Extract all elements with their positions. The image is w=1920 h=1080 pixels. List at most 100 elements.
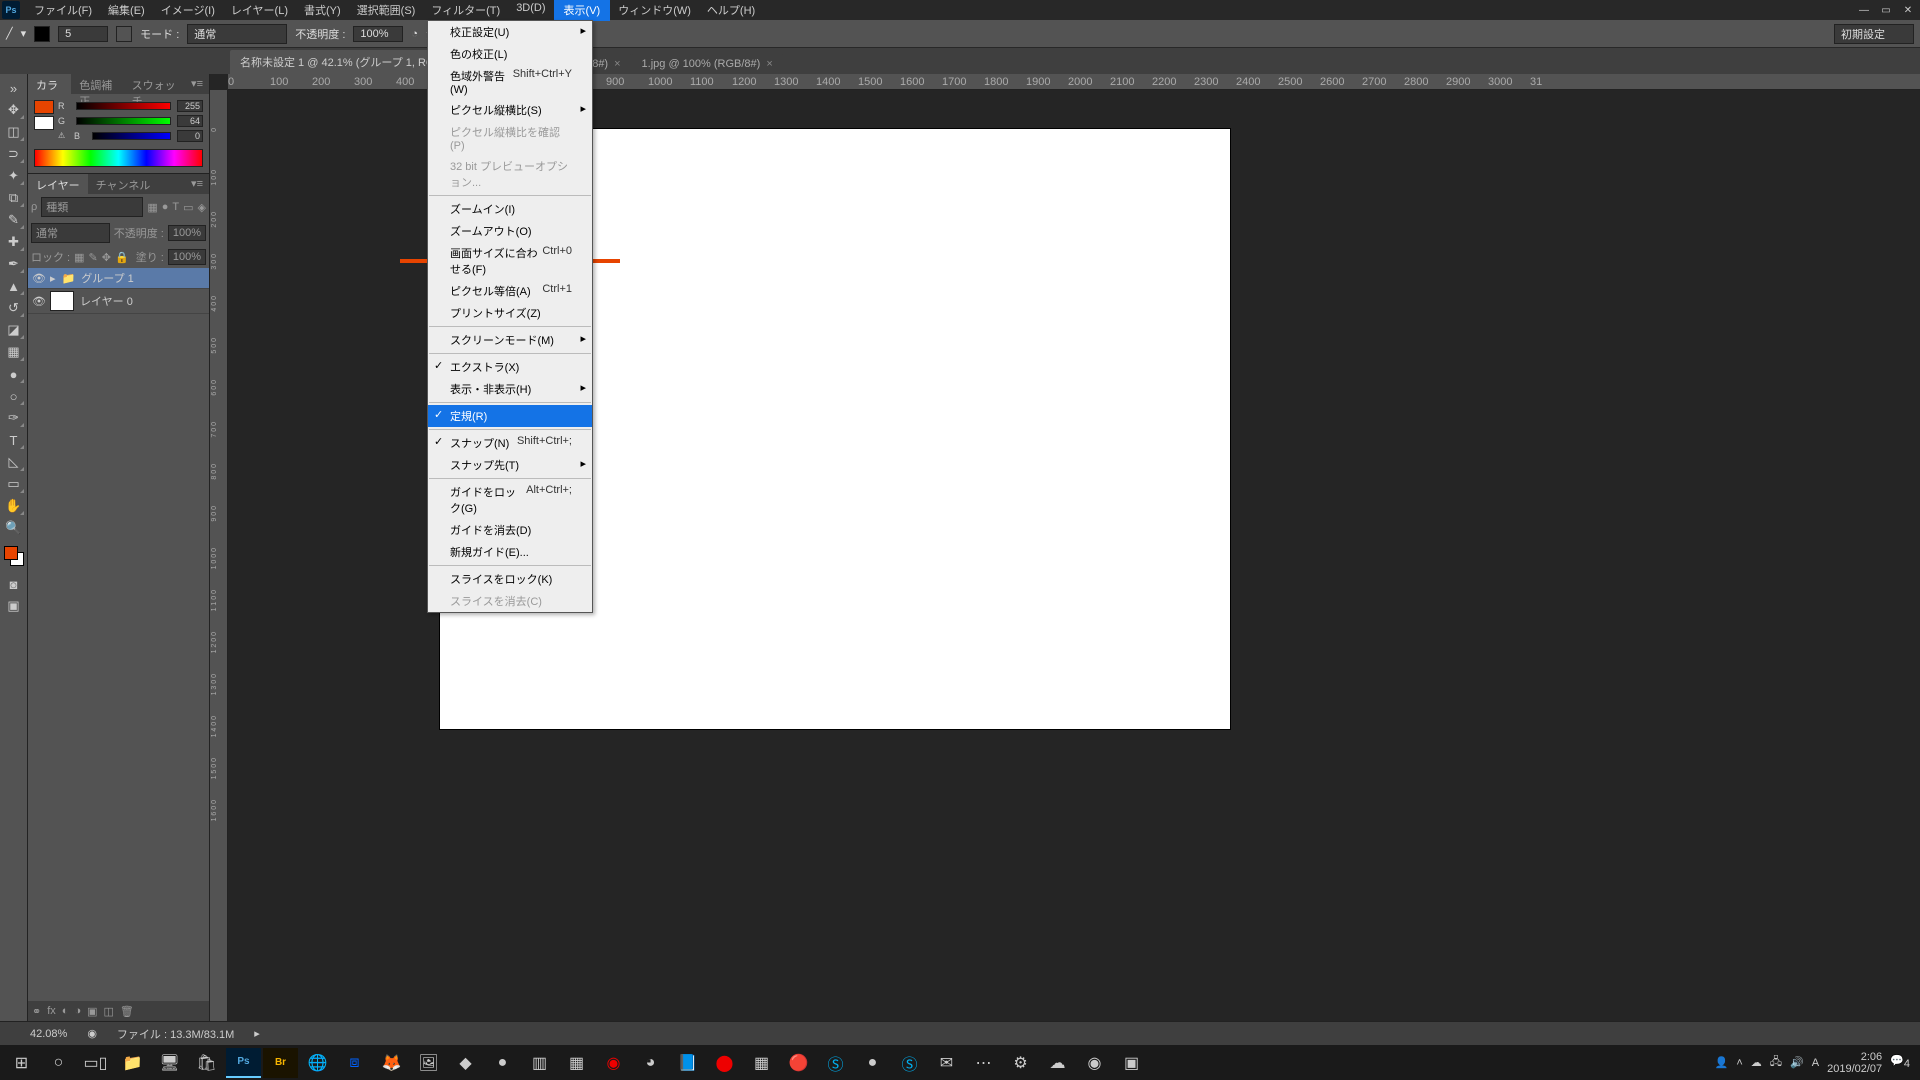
tab-color[interactable]: カラー [28,74,71,94]
notification-icon[interactable]: 💬4 [1890,1054,1910,1070]
quick-mask[interactable]: ◙ [3,574,25,594]
start-button[interactable]: ⊞ [4,1048,39,1078]
app-icon[interactable]: ● [855,1048,890,1078]
move-tool[interactable]: ✥ [3,100,25,120]
blend-mode-select[interactable]: 通常 [187,24,287,44]
app-icon[interactable]: ▦ [744,1048,779,1078]
menu-item[interactable]: 校正設定(U)▸ [428,21,592,43]
tab-channels[interactable]: チャンネル [88,174,159,194]
mask-icon[interactable]: ◐ [62,1005,69,1017]
opacity-value[interactable]: 100% [168,225,206,241]
vertical-ruler[interactable]: 01 0 02 0 03 0 04 0 05 0 06 0 07 0 08 0 … [210,90,228,1021]
layer-thumb[interactable] [50,291,74,311]
fg-swatch[interactable] [34,100,54,114]
expand-icon[interactable]: ▸ [50,272,56,285]
folder-icon[interactable]: ▣ [87,1005,97,1018]
skype-icon[interactable]: Ⓢ [818,1048,853,1078]
zoom-tool[interactable]: 🔍 [3,518,25,538]
menu-item[interactable]: ピクセル縦横比(S)▸ [428,99,592,121]
menu-ファイル(F)[interactable]: ファイル(F) [26,0,100,21]
path-tool[interactable]: ◺ [3,452,25,472]
app-icon[interactable]: ☁ [1040,1048,1075,1078]
brush-tool[interactable]: ✒ [3,254,25,274]
menu-item[interactable]: 色の校正(L) [428,43,592,65]
adjust-icon[interactable]: ◑ [74,1005,81,1017]
cortana-button[interactable]: ○ [41,1048,76,1078]
gradient-tool[interactable]: ▦ [3,342,25,362]
app-icon[interactable]: ● [485,1048,520,1078]
visibility-icon[interactable]: 👁 [32,272,44,285]
volume-icon[interactable]: 🔊 [1790,1056,1804,1069]
panel-menu-icon[interactable]: ▾≡ [185,74,209,94]
app-icon[interactable]: ▥ [522,1048,557,1078]
stamp-tool[interactable]: ▲ [3,276,25,296]
lock-image-icon[interactable]: ✎ [89,251,98,264]
history-brush-tool[interactable]: ↺ [3,298,25,318]
tab-adjustments[interactable]: 色調補正 [71,74,123,94]
crop-tool[interactable]: ⧉ [3,188,25,208]
menu-選択範囲(S)[interactable]: 選択範囲(S) [349,0,424,21]
menu-レイヤー(L)[interactable]: レイヤー(L) [223,0,296,21]
layer-name[interactable]: グループ 1 [81,270,134,286]
network-icon[interactable]: 🖧 [1770,1053,1782,1072]
lock-trans-icon[interactable]: ▦ [74,251,84,264]
visibility-icon[interactable]: 👁 [32,295,44,308]
r-value[interactable]: 255 [177,100,203,112]
menu-item[interactable]: プリントサイズ(Z) [428,302,592,324]
mail-icon[interactable]: ✉ [929,1048,964,1078]
gamut-warn-icon[interactable]: ⚠ [58,131,68,141]
r-slider[interactable] [76,102,171,110]
magic-wand-tool[interactable]: ✦ [3,166,25,186]
app-icon[interactable]: 🖥 [152,1048,187,1078]
app-icon[interactable]: ◉ [1077,1048,1112,1078]
tool-preset-dropdown[interactable]: ▾ [21,27,27,40]
brush-preview[interactable] [34,26,50,42]
zoom-level[interactable]: 42.08% [30,1028,67,1040]
lasso-tool[interactable]: ⊃ [3,144,25,164]
menu-item[interactable]: スライスをロック(K) [428,568,592,590]
filter-pixel-icon[interactable]: ▦ [147,201,157,214]
menu-表示(V)[interactable]: 表示(V) [554,0,611,21]
g-value[interactable]: 64 [177,115,203,127]
edge-icon[interactable]: 🌐 [300,1048,335,1078]
menu-フィルター(T)[interactable]: フィルター(T) [423,0,508,21]
eyedropper-tool[interactable]: ✎ [3,210,25,230]
menu-item[interactable]: ガイドをロック(G)Alt+Ctrl+; [428,481,592,519]
healing-tool[interactable]: ✚ [3,232,25,252]
app-icon[interactable]: ▣ [1114,1048,1149,1078]
filter-adjust-icon[interactable]: ● [162,201,169,213]
document-tab[interactable]: 1.jpg @ 100% (RGB/8#)× [632,54,783,74]
app-icon[interactable]: ◉ [596,1048,631,1078]
lock-all-icon[interactable]: 🔒 [115,251,129,264]
color-swatches[interactable] [4,546,24,566]
bg-swatch[interactable] [34,116,54,130]
photos-icon[interactable]: 🖼 [411,1048,446,1078]
onedrive-icon[interactable]: ☁ [1751,1056,1762,1069]
close-tab-icon[interactable]: × [766,58,772,70]
menu-item[interactable]: ✓エクストラ(X) [428,356,592,378]
app-icon[interactable]: 📘 [670,1048,705,1078]
fx-icon[interactable]: fx [47,1005,56,1017]
color-ramp[interactable] [34,149,203,167]
hand-tool[interactable]: ✋ [3,496,25,516]
new-layer-icon[interactable]: ◫ [104,1005,114,1018]
fill-value[interactable]: 100% [168,249,206,265]
dodge-tool[interactable]: ○ [3,386,25,406]
filter-shape-icon[interactable]: ▭ [183,201,193,214]
doc-info-arrow[interactable]: ▸ [254,1027,260,1040]
menu-item[interactable]: スナップ先(T)▸ [428,454,592,476]
app-icon[interactable]: 🔴 [781,1048,816,1078]
close-tab-icon[interactable]: × [614,58,620,70]
g-slider[interactable] [76,117,171,125]
menu-item[interactable]: 色域外警告(W)Shift+Ctrl+Y [428,65,592,99]
trash-icon[interactable]: 🗑 [120,1005,134,1018]
menu-編集(E)[interactable]: 編集(E) [100,0,153,21]
opacity-value[interactable]: 100% [353,26,403,42]
photoshop-icon[interactable]: Ps [226,1048,261,1078]
zoom-icon[interactable]: ◉ [87,1027,97,1040]
tab-swatches[interactable]: スウォッチ [124,74,185,94]
chrome-icon[interactable]: ◕ [633,1048,668,1078]
app-icon[interactable]: ⚙ [1003,1048,1038,1078]
close-button[interactable]: ✕ [1898,2,1918,18]
b-value[interactable]: 0 [177,130,203,142]
